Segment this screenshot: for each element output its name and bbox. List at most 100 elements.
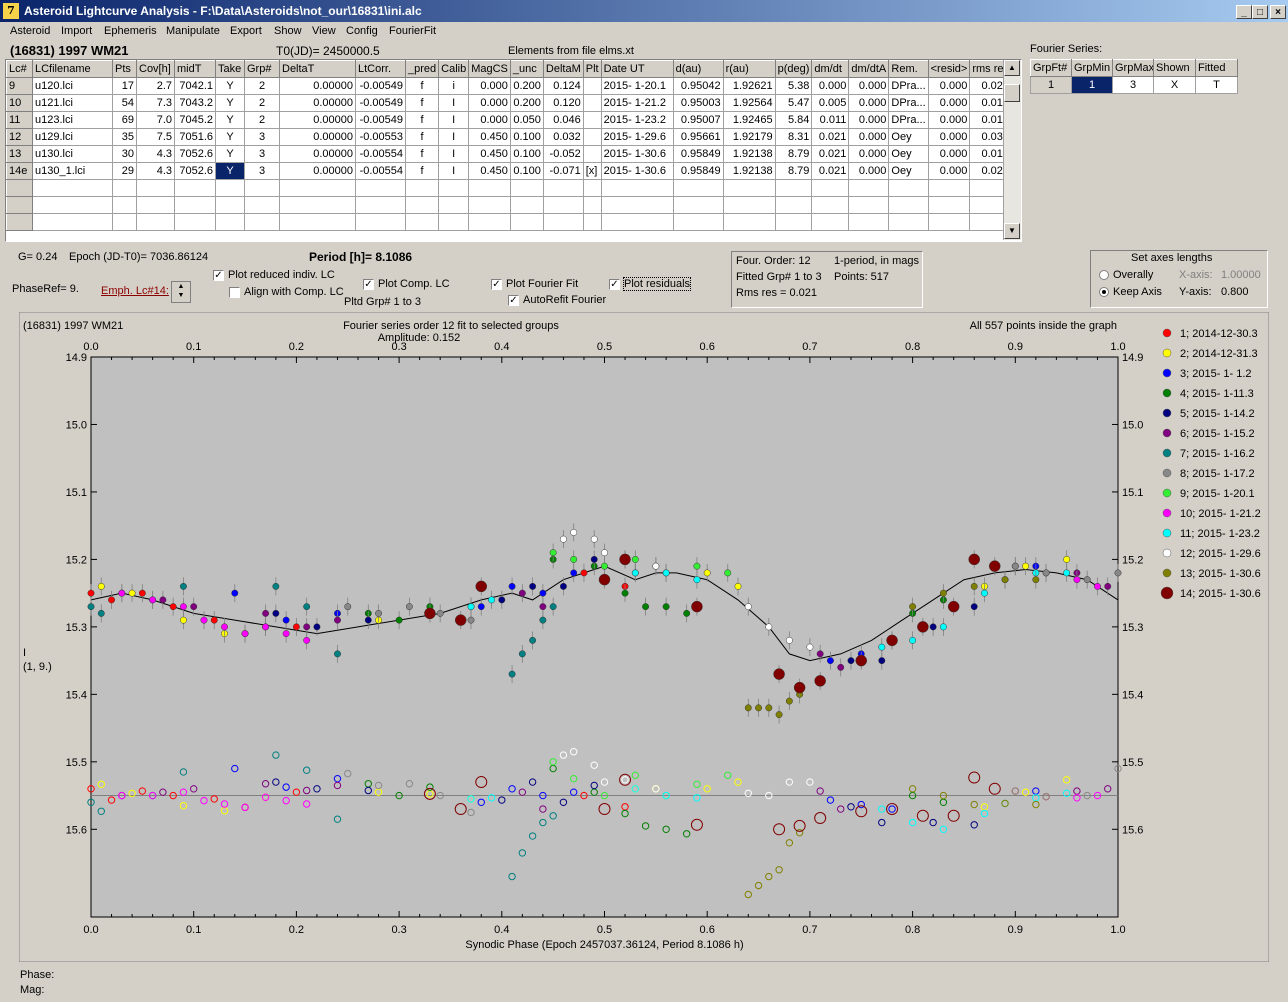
- lc-cell[interactable]: Oey: [888, 145, 929, 163]
- lc-cell[interactable]: [811, 179, 850, 197]
- plot-reduced-checkbox[interactable]: ✓ Plot reduced indiv. LC: [213, 269, 335, 281]
- lc-cell[interactable]: 7042.1: [174, 77, 216, 95]
- fs-col-grpft[interactable]: GrpFt#: [1030, 59, 1072, 77]
- lc-cell[interactable]: [112, 179, 137, 197]
- lc-cell[interactable]: [279, 196, 356, 214]
- yaxis-value[interactable]: 0.800: [1221, 286, 1249, 298]
- table-row[interactable]: 10 u121.lci 54 7.3 7043.2 Y 2 0.00000 -0.00549 f I…: [6, 94, 1012, 112]
- lc-cell[interactable]: [468, 179, 511, 197]
- lc-cell[interactable]: Y: [215, 162, 245, 180]
- lc-row-header[interactable]: 10: [6, 94, 33, 112]
- lc-cell[interactable]: 7045.2: [174, 111, 216, 129]
- lc-cell[interactable]: [582, 111, 602, 129]
- autorefit-checkbox[interactable]: ✓ AutoRefit Fourier: [508, 294, 606, 306]
- lc-cell[interactable]: 0.000: [848, 128, 890, 146]
- lc-cell[interactable]: [174, 179, 216, 197]
- lc-cell[interactable]: [355, 213, 406, 231]
- lc-cell[interactable]: 0.100: [509, 128, 544, 146]
- lc-cell[interactable]: 7.3: [136, 94, 175, 112]
- lc-cell[interactable]: [848, 179, 890, 197]
- lc-cell[interactable]: 2015- 1-30.6: [600, 162, 674, 180]
- lc-cell[interactable]: u121.lci: [32, 94, 113, 112]
- lc-cell[interactable]: f: [404, 128, 440, 146]
- lc-cell[interactable]: [927, 179, 971, 197]
- table-row[interactable]: 14e u130_1.lci 29 4.3 7052.6 Y 3 0.00000 -0.0055…: [6, 162, 1012, 180]
- lc-cell[interactable]: 0.000: [848, 145, 890, 163]
- close-icon[interactable]: ×: [1270, 5, 1286, 19]
- lc-cell[interactable]: 1.92138: [722, 145, 776, 163]
- lc-cell[interactable]: 0.100: [509, 162, 544, 180]
- lc-cell[interactable]: I: [438, 145, 470, 163]
- lc-cell[interactable]: 0.95661: [672, 128, 724, 146]
- lc-cell[interactable]: 0.450: [468, 145, 511, 163]
- lc-row-header[interactable]: [6, 196, 33, 214]
- lc-cell[interactable]: 0.95003: [672, 94, 724, 112]
- lc-cell[interactable]: u129.lci: [32, 128, 113, 146]
- lc-cell[interactable]: 7052.6: [174, 145, 216, 163]
- lc-cell[interactable]: 0.000: [848, 162, 890, 180]
- lc-row-header[interactable]: 9: [6, 77, 33, 95]
- lc-cell[interactable]: 0.046: [542, 111, 584, 129]
- lc-col-header[interactable]: _pred: [404, 60, 440, 78]
- lc-cell[interactable]: 29: [112, 162, 137, 180]
- lc-cell[interactable]: [136, 213, 175, 231]
- lc-cell[interactable]: [509, 213, 544, 231]
- lc-cell[interactable]: [244, 213, 280, 231]
- lc-row-header[interactable]: [6, 179, 33, 197]
- lc-cell[interactable]: 4.3: [136, 162, 175, 180]
- lc-cell[interactable]: [848, 196, 890, 214]
- lc-cell[interactable]: [x]: [582, 162, 602, 180]
- lc-cell[interactable]: I: [438, 111, 470, 129]
- lc-cell[interactable]: 5.38: [774, 77, 813, 95]
- lc-cell[interactable]: 0.021: [811, 145, 850, 163]
- lc-cell[interactable]: [600, 196, 674, 214]
- lc-cell[interactable]: [215, 196, 245, 214]
- maximize-icon[interactable]: □: [1252, 5, 1268, 19]
- lc-cell[interactable]: 7043.2: [174, 94, 216, 112]
- lc-cell[interactable]: 2015- 1-21.2: [600, 94, 674, 112]
- lc-cell[interactable]: 5.47: [774, 94, 813, 112]
- menu-fourierfit[interactable]: FourierFit: [389, 25, 436, 37]
- lc-col-header[interactable]: _unc: [509, 60, 544, 78]
- lc-cell[interactable]: 0.000: [468, 111, 511, 129]
- lc-cell[interactable]: 2015- 1-30.6: [600, 145, 674, 163]
- lc-cell[interactable]: [600, 179, 674, 197]
- lc-cell[interactable]: 0.000: [927, 162, 971, 180]
- lc-cell[interactable]: [927, 196, 971, 214]
- lc-col-header[interactable]: Grp#: [244, 60, 280, 78]
- lc-cell[interactable]: DPra...: [888, 94, 929, 112]
- lc-cell[interactable]: u120.lci: [32, 77, 113, 95]
- lc-row-header[interactable]: 11: [6, 111, 33, 129]
- lc-cell[interactable]: 35: [112, 128, 137, 146]
- lc-cell[interactable]: [722, 196, 776, 214]
- lc-cell[interactable]: [582, 77, 602, 95]
- lc-cell[interactable]: 1.92179: [722, 128, 776, 146]
- lc-cell[interactable]: [774, 213, 813, 231]
- lc-col-header[interactable]: Calib: [438, 60, 470, 78]
- lc-cell[interactable]: [32, 213, 113, 231]
- lc-cell[interactable]: 1.92465: [722, 111, 776, 129]
- fs-cell-grpmax[interactable]: 3: [1112, 76, 1154, 94]
- minimize-icon[interactable]: _: [1236, 5, 1252, 19]
- lc-cell[interactable]: 8.79: [774, 162, 813, 180]
- lc-cell[interactable]: 0.95042: [672, 77, 724, 95]
- lc-cell[interactable]: 54: [112, 94, 137, 112]
- lc-cell[interactable]: [355, 196, 406, 214]
- lc-cell[interactable]: Oey: [888, 128, 929, 146]
- fs-col-grpmin[interactable]: GrpMin: [1071, 59, 1113, 77]
- lc-cell[interactable]: 0.005: [811, 94, 850, 112]
- lc-cell[interactable]: 0.000: [927, 145, 971, 163]
- fs-col-grpmax[interactable]: GrpMax: [1112, 59, 1154, 77]
- lc-cell[interactable]: 1.92564: [722, 94, 776, 112]
- lc-cell[interactable]: 2015- 1-29.6: [600, 128, 674, 146]
- lc-cell[interactable]: 0.95849: [672, 145, 724, 163]
- lc-cell[interactable]: 0.00000: [279, 162, 356, 180]
- lc-cell[interactable]: Y: [215, 128, 245, 146]
- keep-axis-radio[interactable]: Keep Axis: [1099, 286, 1162, 298]
- lc-col-header[interactable]: d(au): [672, 60, 724, 78]
- lc-col-header[interactable]: Pts: [112, 60, 137, 78]
- lc-cell[interactable]: f: [404, 94, 440, 112]
- lc-cell[interactable]: [582, 128, 602, 146]
- lc-cell[interactable]: -0.00549: [355, 77, 406, 95]
- lc-cell[interactable]: [174, 213, 216, 231]
